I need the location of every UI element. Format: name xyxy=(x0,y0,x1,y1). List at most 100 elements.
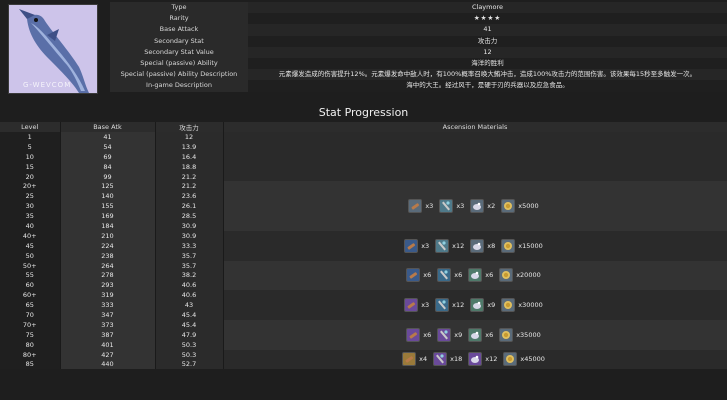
secondary-cell: 38.2 xyxy=(155,270,224,281)
col-header-level: Level xyxy=(0,122,61,132)
info-row: Special (passive) Ability 海洋的胜利 xyxy=(110,58,727,70)
mora-icon[interactable] xyxy=(499,268,514,283)
base-atk-cell: 84 xyxy=(60,161,156,172)
base-atk-cell: 264 xyxy=(60,260,156,271)
mora-icon[interactable] xyxy=(501,298,516,313)
common-drop-icon[interactable] xyxy=(470,199,485,214)
info-key: Rarity xyxy=(110,13,248,25)
common-drop-icon[interactable] xyxy=(470,238,485,253)
info-value: 海中的大王。经过风干，是硬于刃的兵器以及应急食品。 xyxy=(248,80,727,92)
secondary-cell: 35.7 xyxy=(155,250,224,261)
ascension-materials-cell: x3 x3 x2 x5000 xyxy=(223,181,727,231)
table-row: 40+ 210 30.9 x3 x12 x8 x15000 xyxy=(0,230,727,261)
common-drop-icon[interactable] xyxy=(468,268,483,283)
ascension-materials-cell: x3 x12 x9 x30000 xyxy=(223,290,727,320)
level-cell: 50+ xyxy=(0,260,61,271)
elite-drop-icon[interactable] xyxy=(435,238,450,253)
material-quantity: x3 xyxy=(425,202,434,211)
secondary-cell: 40.6 xyxy=(155,280,224,291)
info-value: ★★★★ xyxy=(248,13,727,25)
base-atk-cell: 69 xyxy=(60,151,156,162)
base-atk-cell: 238 xyxy=(60,250,156,261)
common-drop-icon[interactable] xyxy=(468,327,483,342)
info-key: Base Attack xyxy=(110,24,248,36)
base-atk-cell: 210 xyxy=(60,230,156,241)
secondary-cell: 30.9 xyxy=(155,230,224,241)
mora-icon[interactable] xyxy=(499,327,514,342)
info-key: Secondary Stat Value xyxy=(110,46,248,59)
domain-item-icon[interactable] xyxy=(408,199,423,214)
level-cell: 35 xyxy=(0,211,61,222)
elite-drop-icon[interactable] xyxy=(433,352,448,367)
material-quantity: x8 xyxy=(487,241,496,250)
level-cell: 25 xyxy=(0,191,61,202)
secondary-cell: 33.3 xyxy=(155,240,224,251)
mora-icon[interactable] xyxy=(501,199,516,214)
info-key: Special (passive) Ability Description xyxy=(110,69,248,81)
ascension-materials-cell: x4 x18 x12 x45000 xyxy=(223,349,727,370)
common-drop-icon[interactable] xyxy=(470,298,485,313)
elite-drop-icon[interactable] xyxy=(439,199,454,214)
level-cell: 40 xyxy=(0,221,61,231)
material-quantity: x2 xyxy=(487,202,496,211)
info-value: 元素爆发造成的伤害提升12%。元素爆发命中敌人时，有100%概率召唤大鲔冲击，造… xyxy=(248,69,727,81)
level-cell: 40+ xyxy=(0,230,61,241)
level-cell: 60 xyxy=(0,280,61,291)
domain-item-icon[interactable] xyxy=(406,327,421,342)
material-quantity: x9 xyxy=(454,330,463,339)
elite-drop-icon[interactable] xyxy=(437,327,452,342)
level-cell: 1 xyxy=(0,132,61,142)
material-quantity: x6 xyxy=(454,271,463,280)
secondary-cell: 50.3 xyxy=(155,349,224,360)
common-drop-icon[interactable] xyxy=(468,352,483,367)
material-quantity: x20000 xyxy=(516,271,541,280)
base-atk-cell: 319 xyxy=(60,290,156,301)
elite-drop-icon[interactable] xyxy=(437,268,452,283)
domain-item-icon[interactable] xyxy=(406,268,421,283)
ascension-materials-cell xyxy=(223,132,727,182)
level-cell: 10 xyxy=(0,151,61,162)
secondary-cell: 12 xyxy=(155,132,224,142)
material-quantity: x45000 xyxy=(520,355,545,364)
base-atk-cell: 169 xyxy=(60,211,156,222)
ascension-materials-cell: x6 x6 x6 x20000 xyxy=(223,260,727,291)
base-atk-cell: 387 xyxy=(60,329,156,340)
material-quantity: x5000 xyxy=(518,202,539,211)
elite-drop-icon[interactable] xyxy=(435,298,450,313)
base-atk-cell: 440 xyxy=(60,359,156,370)
domain-item-icon[interactable] xyxy=(402,352,417,367)
material-quantity: x15000 xyxy=(518,241,543,250)
base-atk-cell: 373 xyxy=(60,319,156,330)
base-atk-cell: 41 xyxy=(60,132,156,142)
level-cell: 55 xyxy=(0,270,61,281)
mora-icon[interactable] xyxy=(501,238,516,253)
level-cell: 30 xyxy=(0,201,61,212)
level-cell: 5 xyxy=(0,141,61,152)
base-atk-cell: 347 xyxy=(60,310,156,320)
info-value: 12 xyxy=(248,46,727,59)
secondary-cell: 21.2 xyxy=(155,181,224,192)
info-key: Type xyxy=(110,2,248,14)
domain-item-icon[interactable] xyxy=(404,298,419,313)
material-quantity: x6 xyxy=(423,330,432,339)
secondary-cell: 30.9 xyxy=(155,221,224,231)
ascension-materials-cell: x6 x9 x6 x35000 xyxy=(223,319,727,350)
col-header-base-atk: Base Atk xyxy=(60,122,156,132)
table-row: 50+ 264 35.7 x6 x6 x6 x20000 xyxy=(0,260,727,291)
info-value: 攻击力 xyxy=(248,35,727,47)
secondary-cell: 45.4 xyxy=(155,319,224,330)
secondary-cell: 23.6 xyxy=(155,191,224,202)
secondary-cell: 52.7 xyxy=(155,359,224,370)
secondary-cell: 47.9 xyxy=(155,329,224,340)
level-cell: 65 xyxy=(0,300,61,311)
material-quantity: x18 xyxy=(450,355,463,364)
info-key: Secondary Stat xyxy=(110,35,248,47)
stat-progression-title: Stat Progression xyxy=(318,106,409,119)
mora-icon[interactable] xyxy=(503,352,518,367)
base-atk-cell: 99 xyxy=(60,171,156,182)
level-cell: 80+ xyxy=(0,349,61,360)
watermark: G-WEVCOM xyxy=(23,81,72,89)
level-cell: 15 xyxy=(0,161,61,172)
base-atk-cell: 333 xyxy=(60,300,156,311)
domain-item-icon[interactable] xyxy=(404,238,419,253)
